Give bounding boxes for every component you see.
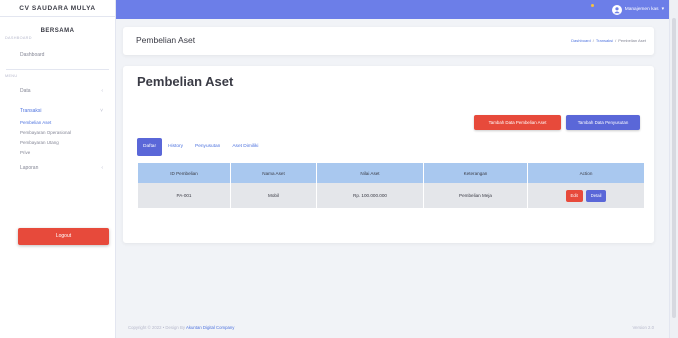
add-depreciation-button[interactable]: Tambah Data Penyusutan — [566, 115, 640, 130]
caret-down-icon: ▾ — [661, 7, 664, 12]
table-cell-value: Rp. 100.000.000 — [317, 183, 424, 208]
scrollbar-thumb[interactable] — [672, 18, 676, 318]
sidebar-subitem-prive[interactable]: Prive — [0, 148, 115, 158]
brand-title[interactable]: CV SAUDARA MULYA — [0, 0, 115, 17]
logout-button[interactable]: Logout — [18, 228, 109, 245]
scrollbar[interactable] — [669, 0, 678, 338]
table-cell-actions: Edit Detail — [528, 183, 644, 208]
page-title: Pembelian Aset — [136, 35, 196, 45]
sidebar-subitem-pembelian-aset[interactable]: Pembelian Aset — [0, 118, 115, 128]
topbar: Manajemen kas ▾ — [116, 0, 678, 19]
sidebar: CV SAUDARA MULYA BERSAMA DASHBOARD Dashb… — [0, 0, 116, 338]
sidebar-item-label: Transaksi — [20, 108, 42, 114]
table-cell-name: Mobil — [231, 183, 317, 208]
user-avatar-icon — [611, 4, 622, 15]
column-header: Keterangan — [424, 163, 528, 183]
sidebar-item-data[interactable]: Data ‹ — [0, 88, 115, 94]
version-text: Version 2.0 — [632, 325, 655, 330]
chevron-down-icon: ˅ — [100, 108, 103, 114]
add-purchase-button[interactable]: Tambah Data Pembelian Aset — [474, 115, 561, 130]
tab-bar: Daftar History Penyusutan Aset Dimiliki — [137, 138, 264, 156]
sidebar-item-laporan[interactable]: Laporan ‹ — [0, 165, 115, 171]
edit-button[interactable]: Edit — [565, 189, 583, 202]
breadcrumb-dashboard[interactable]: Dashboard — [571, 38, 591, 43]
brand-subtitle: BERSAMA — [40, 28, 75, 34]
sidebar-subitem-pembayaran-operasional[interactable]: Pembayaran Operasional — [0, 128, 115, 138]
notification-dot — [591, 4, 594, 7]
copyright-label: Copyright © 2022 • Design By — [128, 325, 185, 330]
sidebar-item-dashboard[interactable]: Dashboard — [0, 52, 115, 58]
main-card: Pembelian Aset Tambah Data Pembelian Ase… — [123, 66, 654, 243]
sidebar-heading-dashboard: DASHBOARD — [5, 36, 32, 40]
breadcrumb-current: Pembelian Aset — [618, 38, 646, 43]
user-name: Manajemen kas — [624, 7, 659, 12]
table-header-row: ID Pembelian Nama Aset Nilai Aset Ketera… — [138, 163, 644, 183]
breadcrumb-separator: / — [592, 38, 594, 43]
sidebar-item-label: Laporan — [20, 165, 39, 171]
purchase-table: ID Pembelian Nama Aset Nilai Aset Ketera… — [138, 163, 644, 208]
column-header: Nama Aset — [231, 163, 317, 183]
page-header: Pembelian Aset Dashboard / Transaksi / P… — [123, 27, 654, 55]
table-cell-note: Pembelian Meja — [424, 183, 528, 208]
table-row: PA-001 Mobil Rp. 100.000.000 Pembelian M… — [138, 183, 644, 208]
sidebar-subitem-pembayaran-utang[interactable]: Pembayaran Utang — [0, 138, 115, 148]
detail-button[interactable]: Detail — [585, 189, 607, 202]
sidebar-item-label: Data — [20, 88, 31, 94]
chevron-left-icon: ‹ — [101, 165, 103, 171]
footer: Copyright © 2022 • Design By Akuntan Dig… — [116, 315, 678, 338]
copyright-text: Copyright © 2022 • Design By Akuntan Dig… — [128, 325, 234, 330]
tab-aset-dimiliki[interactable]: Aset Dimiliki — [226, 138, 264, 156]
column-header: Nilai Aset — [317, 163, 424, 183]
card-title: Pembelian Aset — [137, 74, 234, 89]
table-cell-id: PA-001 — [138, 183, 231, 208]
column-header: Action — [579, 170, 593, 176]
chevron-left-icon: ‹ — [101, 88, 103, 94]
breadcrumb-transaksi[interactable]: Transaksi — [596, 38, 613, 43]
tab-daftar[interactable]: Daftar — [137, 138, 163, 156]
tab-history[interactable]: History — [162, 138, 189, 156]
sidebar-heading-menu: MENU — [5, 74, 18, 78]
breadcrumb: Dashboard / Transaksi / Pembelian Aset — [571, 38, 646, 43]
sidebar-item-transaksi[interactable]: Transaksi ˅ — [0, 108, 115, 114]
breadcrumb-separator: / — [615, 38, 617, 43]
company-link[interactable]: Akuntan Digital Company — [186, 325, 235, 330]
user-dropdown[interactable]: Manajemen kas ▾ — [611, 3, 664, 16]
transaksi-submenu: Pembelian Aset Pembayaran Operasional Pe… — [0, 118, 115, 158]
column-header: ID Pembelian — [138, 163, 231, 183]
tab-penyusutan[interactable]: Penyusutan — [189, 138, 226, 156]
sidebar-divider — [6, 69, 109, 70]
